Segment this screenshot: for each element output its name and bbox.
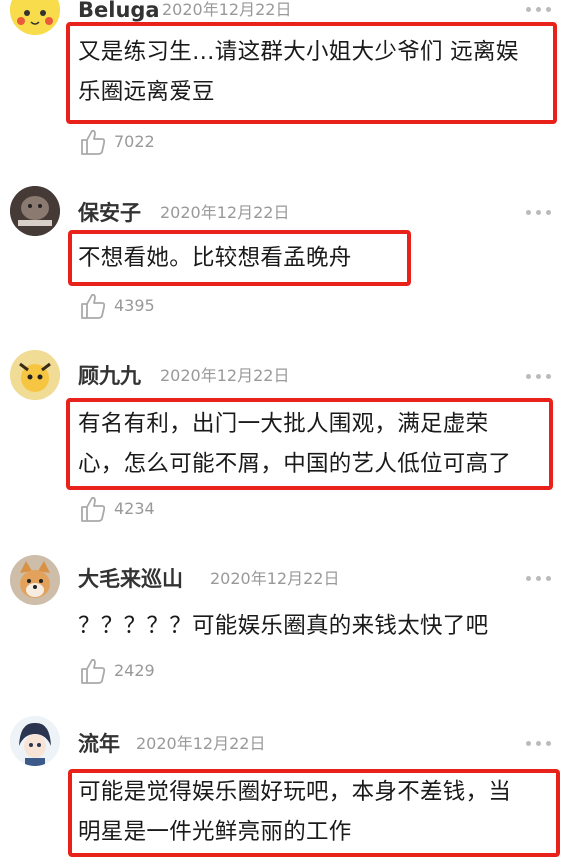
comment-item: 保安子 2020年12月22日 不想看她。比较想看孟晚舟 4395 <box>0 170 566 335</box>
comment-text-line: 又是练习生…请这群大小姐大少爷们 远离娱 <box>78 39 519 65</box>
more-options-icon[interactable] <box>526 207 552 217</box>
comment-username[interactable]: 流年 <box>78 731 120 757</box>
pikachu-avatar-icon[interactable] <box>10 0 60 35</box>
more-options-icon[interactable] <box>526 573 552 583</box>
comment-text-line: 可能是觉得娱乐圈好玩吧，本身不差钱，当 <box>78 779 512 805</box>
comment-username[interactable]: Beluga <box>78 0 160 23</box>
thumbs-up-icon <box>81 658 106 684</box>
thumbs-up-icon <box>81 129 106 155</box>
more-options-icon[interactable] <box>526 738 552 748</box>
like-count: 4395 <box>114 296 155 315</box>
comment-date: 2020年12月22日 <box>210 569 340 588</box>
more-options-icon[interactable] <box>526 4 552 14</box>
comment-text: 可能是觉得娱乐圈好玩吧，本身不差钱，当 明星是一件光鲜亮丽的工作 <box>78 772 511 852</box>
comment-username[interactable]: 保安子 <box>78 200 141 226</box>
comment-item: 大毛来巡山 2020年12月22日 ？？？？？可能娱乐圈真的来钱太快了吧 242… <box>0 535 566 700</box>
comment-date: 2020年12月22日 <box>162 0 292 19</box>
comment-list-screen: { "comments": [ { "username": "Beluga", … <box>0 0 566 865</box>
comment-date: 2020年12月22日 <box>136 734 266 753</box>
like-count: 7022 <box>114 132 155 151</box>
comment-text: 有名有利，出门一大批人围观，满足虚荣 心，怎么可能不屑，中国的艺人低位可高了 <box>78 404 511 484</box>
like-count: 4234 <box>114 499 155 518</box>
comment-text-line: 有名有利，出门一大批人围观，满足虚荣 <box>78 411 489 437</box>
comment-text-line: 明星是一件光鲜亮丽的工作 <box>78 819 352 845</box>
more-options-icon[interactable] <box>526 371 552 381</box>
comment-text: ？？？？？可能娱乐圈真的来钱太快了吧 <box>78 606 488 646</box>
comment-text-line: ？？？？？可能娱乐圈真的来钱太快了吧 <box>78 613 489 639</box>
comment-date: 2020年12月22日 <box>160 203 290 222</box>
comment-text-line: 乐圈远离爱豆 <box>78 79 215 105</box>
meme-avatar-icon[interactable] <box>10 186 60 236</box>
comment-text-line: 不想看她。比较想看孟晚舟 <box>78 245 352 271</box>
comment-text: 又是练习生…请这群大小姐大少爷们 远离娱 乐圈远离爱豆 <box>78 32 519 112</box>
like-count: 2429 <box>114 661 155 680</box>
comment-item: 顾九九 2020年12月22日 有名有利，出门一大批人围观，满足虚荣 心，怎么可… <box>0 335 566 535</box>
anime-avatar-icon[interactable] <box>10 716 60 766</box>
comment-text: 不想看她。比较想看孟晚舟 <box>78 238 352 278</box>
comment-username[interactable]: 大毛来巡山 <box>78 566 183 592</box>
shiba-dog-avatar-icon[interactable] <box>10 555 60 605</box>
comment-text-line: 心，怎么可能不屑，中国的艺人低位可高了 <box>78 451 512 477</box>
cartoon-avatar-icon[interactable] <box>10 350 60 400</box>
comment-item: 流年 2020年12月22日 可能是觉得娱乐圈好玩吧，本身不差钱，当 明星是一件… <box>0 700 566 865</box>
comment-username[interactable]: 顾九九 <box>78 363 141 389</box>
thumbs-up-icon <box>81 293 106 319</box>
thumbs-up-icon <box>81 496 106 522</box>
comment-date: 2020年12月22日 <box>160 366 290 385</box>
comment-item: Beluga 2020年12月22日 又是练习生…请这群大小姐大少爷们 远离娱 … <box>0 0 566 170</box>
